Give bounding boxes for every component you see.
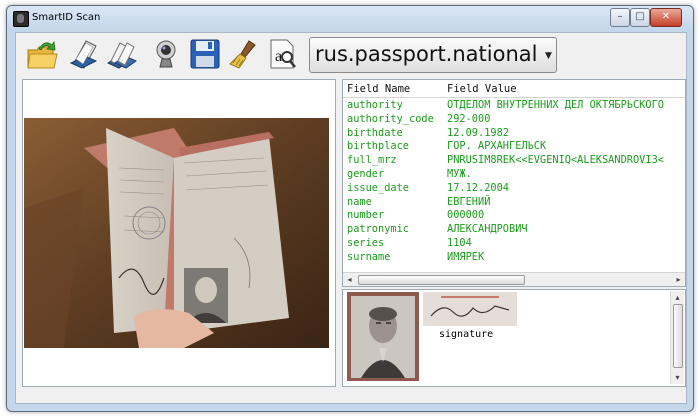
save-button[interactable]: [188, 37, 222, 71]
field-value-cell: ГОР. АРХАНГЕЛЬСК: [447, 140, 547, 153]
field-name-cell: series: [347, 236, 385, 249]
title-bar[interactable]: SmartID Scan – □ ✕: [7, 6, 693, 30]
field-value-cell: ИМЯРЕК: [447, 250, 485, 263]
scan-double-button[interactable]: [104, 37, 138, 71]
scrollbar-thumb[interactable]: [358, 275, 525, 285]
field-name-cell: patronymic: [347, 223, 409, 236]
field-name-cell: name: [347, 195, 372, 208]
table-row[interactable]: authority_code 292-000: [343, 113, 685, 127]
table-row[interactable]: birthplace ГОР. АРХАНГЕЛЬСК: [343, 140, 685, 154]
field-name-cell: number: [347, 209, 385, 222]
field-name-cell: gender: [347, 167, 385, 180]
scroll-left-arrow[interactable]: ◂: [343, 273, 356, 286]
extracted-images-pane: signature ▴ ▾: [342, 289, 686, 387]
table-row[interactable]: name ЕВГЕНИЙ: [343, 196, 685, 210]
save-icon: [190, 39, 220, 69]
scrollbar-thumb[interactable]: [673, 304, 683, 368]
scan-button[interactable]: [66, 37, 100, 71]
field-value-cell: ЕВГЕНИЙ: [447, 195, 491, 208]
app-window: SmartID Scan – □ ✕ a rus.passport.nation…: [6, 5, 694, 412]
field-value-cell: 12.09.1982: [447, 126, 509, 139]
open-folder-button[interactable]: [25, 37, 59, 71]
toolbar: a rus.passport.national ▼: [16, 33, 686, 75]
field-name-cell: birthplace: [347, 140, 409, 153]
document-type-value: rus.passport.national: [315, 42, 538, 66]
table-row[interactable]: number 000000: [343, 209, 685, 223]
recognize-text-icon: a: [270, 39, 296, 69]
table-row[interactable]: full_mrz PNRUSIM8REK<<EVGENIQ<ALEKSANDROV…: [343, 154, 685, 168]
field-name-cell: authority: [347, 99, 403, 111]
webcam-icon: [156, 40, 176, 68]
vertical-scrollbar[interactable]: ▴ ▾: [670, 291, 684, 384]
face-photo: [347, 292, 419, 381]
signature-label: signature: [439, 329, 494, 340]
table-body: authority ОТДЕЛОМ ВНУТРЕННИХ ДЕЛ ОКТЯБРЬС…: [343, 99, 685, 265]
minimize-button[interactable]: –: [610, 8, 630, 27]
scroll-right-arrow[interactable]: ▸: [672, 273, 685, 286]
webcam-button[interactable]: [148, 37, 182, 71]
clear-brush-button[interactable]: [227, 37, 261, 71]
field-name-cell: authority_code: [347, 112, 434, 125]
passport-photo: [24, 118, 329, 348]
column-header-field-name[interactable]: Field Name: [347, 83, 410, 95]
window-title: SmartID Scan: [32, 12, 101, 23]
field-value-cell: 17.12.2004: [447, 181, 509, 194]
main-area: a rus.passport.national ▼ Field Name Fie…: [15, 32, 687, 404]
signature-image: [423, 292, 517, 326]
table-row[interactable]: surname ИМЯРЕК: [343, 251, 685, 265]
app-icon: [13, 11, 29, 27]
close-button[interactable]: ✕: [650, 8, 682, 27]
field-name-cell: surname: [347, 250, 391, 263]
table-row[interactable]: issue_date 17.12.2004: [343, 182, 685, 196]
table-row[interactable]: gender МУЖ.: [343, 168, 685, 182]
scan-double-icon: [106, 42, 138, 69]
scan-icon: [69, 40, 98, 69]
field-value-cell: 000000: [447, 209, 485, 222]
field-name-cell: birthdate: [347, 126, 403, 139]
field-value-cell: 292-000: [447, 112, 491, 125]
fields-table: Field Name Field Value authority ОТДЕЛОМ …: [342, 79, 686, 287]
column-header-field-value[interactable]: Field Value: [447, 83, 517, 95]
document-type-select[interactable]: rus.passport.national ▼: [309, 37, 557, 73]
chevron-down-icon: ▼: [545, 51, 552, 61]
field-value-cell: 1104: [447, 236, 472, 249]
table-row[interactable]: series 1104: [343, 237, 685, 251]
table-header: Field Name Field Value: [343, 80, 685, 98]
field-name-cell: full_mrz: [347, 154, 397, 167]
table-row[interactable]: birthdate 12.09.1982: [343, 127, 685, 141]
scroll-up-arrow[interactable]: ▴: [671, 291, 684, 304]
open-folder-icon: [27, 40, 58, 69]
field-name-cell: issue_date: [347, 181, 409, 194]
field-value-cell: АЛЕКСАНДРОВИЧ: [447, 223, 528, 236]
scan-preview-pane: [22, 79, 336, 387]
field-value-cell: МУЖ.: [447, 167, 472, 180]
field-value-cell: ОТДЕЛОМ ВНУТРЕННИХ ДЕЛ ОКТЯБРЬСКОГО: [447, 99, 664, 111]
scroll-down-arrow[interactable]: ▾: [671, 371, 684, 384]
horizontal-scrollbar[interactable]: ◂ ▸: [343, 272, 685, 286]
maximize-button[interactable]: □: [630, 8, 650, 27]
table-row[interactable]: authority ОТДЕЛОМ ВНУТРЕННИХ ДЕЛ ОКТЯБРЬС…: [343, 99, 685, 113]
recognize-text-button[interactable]: a: [265, 37, 299, 71]
field-value-cell: PNRUSIM8REK<<EVGENIQ<ALEKSANDROVI3<: [447, 154, 664, 167]
table-row[interactable]: patronymic АЛЕКСАНДРОВИЧ: [343, 223, 685, 237]
clear-brush-icon: [229, 40, 256, 69]
